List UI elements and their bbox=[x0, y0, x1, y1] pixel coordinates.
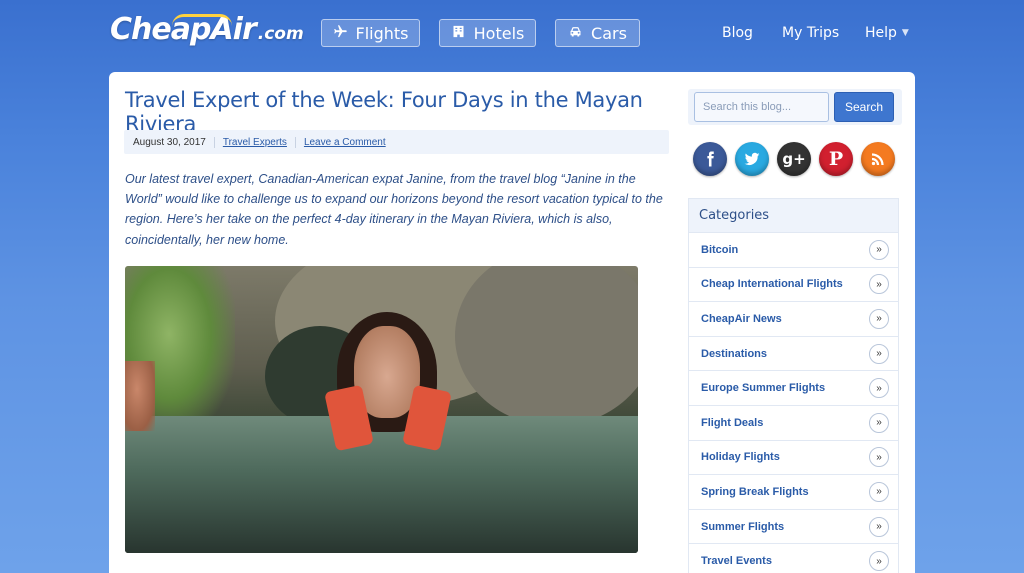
cheapair-logo[interactable]: CheapAir .com bbox=[110, 12, 304, 56]
category-item[interactable]: Holiday Flights » bbox=[689, 439, 898, 475]
chevron-right-icon[interactable]: » bbox=[869, 239, 889, 260]
chevron-right-icon[interactable]: » bbox=[869, 308, 889, 329]
rss-icon[interactable] bbox=[861, 142, 895, 176]
help-label: Help bbox=[865, 25, 897, 41]
category-item[interactable]: CheapAir News » bbox=[689, 301, 898, 336]
post-title[interactable]: Travel Expert of the Week: Four Days in … bbox=[125, 88, 685, 136]
chevron-right-icon[interactable]: » bbox=[869, 481, 889, 502]
airplane-icon bbox=[333, 24, 348, 43]
meta-divider bbox=[294, 136, 296, 148]
my-trips-link[interactable]: My Trips bbox=[782, 25, 839, 41]
search-button[interactable]: Search bbox=[834, 92, 894, 122]
categories-title: Categories bbox=[699, 208, 770, 223]
post-meta: August 30, 2017 Travel Experts Leave a C… bbox=[124, 130, 669, 154]
google-plus-icon[interactable]: g+ bbox=[777, 142, 811, 176]
blog-search: Search bbox=[688, 89, 902, 125]
nav-cars-label: Cars bbox=[591, 23, 627, 43]
post-photo bbox=[125, 266, 638, 553]
category-item[interactable]: Spring Break Flights » bbox=[689, 474, 898, 509]
chevron-right-icon[interactable]: » bbox=[869, 412, 889, 433]
post-date: August 30, 2017 bbox=[133, 136, 206, 148]
category-item[interactable]: Bitcoin » bbox=[689, 232, 898, 267]
blog-link[interactable]: Blog bbox=[722, 25, 753, 41]
comment-link[interactable]: Leave a Comment bbox=[304, 137, 386, 148]
chevron-right-icon[interactable]: » bbox=[869, 516, 889, 537]
child-figure bbox=[125, 361, 155, 431]
category-item[interactable]: Europe Summer Flights » bbox=[689, 370, 898, 405]
meta-divider bbox=[213, 136, 215, 148]
category-label[interactable]: Europe Summer Flights bbox=[701, 382, 825, 394]
building-icon bbox=[451, 24, 466, 43]
post-intro: Our latest travel expert, Canadian-Ameri… bbox=[125, 172, 663, 247]
nav-hotels-button[interactable]: Hotels bbox=[439, 19, 536, 47]
category-item[interactable]: Travel Events » bbox=[689, 543, 898, 573]
nav-flights-button[interactable]: Flights bbox=[321, 19, 420, 47]
logo-tld-text: .com bbox=[257, 24, 304, 44]
facebook-icon[interactable] bbox=[693, 142, 727, 176]
nav-cars-button[interactable]: Cars bbox=[555, 19, 640, 47]
category-label[interactable]: Bitcoin bbox=[701, 244, 738, 256]
content-card: Travel Expert of the Week: Four Days in … bbox=[109, 72, 915, 573]
nav-hotels-label: Hotels bbox=[473, 23, 525, 43]
chevron-right-icon[interactable]: » bbox=[869, 551, 889, 572]
caret-down-icon: ▼ bbox=[901, 28, 909, 38]
category-label[interactable]: Summer Flights bbox=[701, 521, 784, 533]
categories-list: Bitcoin» Cheap International Flights» Chea… bbox=[689, 232, 898, 573]
categories-widget: Categories Bitcoin» Cheap International F… bbox=[688, 198, 899, 573]
category-item[interactable]: Summer Flights » bbox=[689, 508, 898, 544]
chevron-right-icon[interactable]: » bbox=[869, 274, 889, 295]
category-label[interactable]: Flight Deals bbox=[701, 417, 763, 429]
chevron-right-icon[interactable]: » bbox=[869, 343, 889, 364]
car-icon bbox=[568, 24, 583, 43]
category-label[interactable]: CheapAir News bbox=[701, 313, 782, 325]
category-label[interactable]: Holiday Flights bbox=[701, 451, 780, 463]
nav-flights-label: Flights bbox=[355, 23, 409, 43]
water bbox=[125, 416, 638, 553]
chevron-right-icon[interactable]: » bbox=[869, 447, 889, 468]
help-menu[interactable]: Help ▼ bbox=[865, 25, 909, 41]
search-input[interactable] bbox=[694, 92, 829, 122]
logo-swoosh bbox=[172, 14, 232, 26]
category-label[interactable]: Travel Events bbox=[701, 555, 772, 567]
category-label[interactable]: Destinations bbox=[701, 348, 767, 360]
cave-rock bbox=[455, 266, 638, 426]
category-label[interactable]: Spring Break Flights bbox=[701, 486, 809, 498]
category-label[interactable]: Cheap International Flights bbox=[701, 278, 843, 290]
chevron-right-icon[interactable]: » bbox=[869, 378, 889, 399]
category-item[interactable]: Flight Deals » bbox=[689, 404, 898, 440]
twitter-icon[interactable] bbox=[735, 142, 769, 176]
pinterest-icon[interactable]: P bbox=[819, 142, 853, 176]
category-item[interactable]: Destinations » bbox=[689, 335, 898, 371]
category-link[interactable]: Travel Experts bbox=[223, 137, 287, 148]
category-item[interactable]: Cheap International Flights » bbox=[689, 266, 898, 302]
